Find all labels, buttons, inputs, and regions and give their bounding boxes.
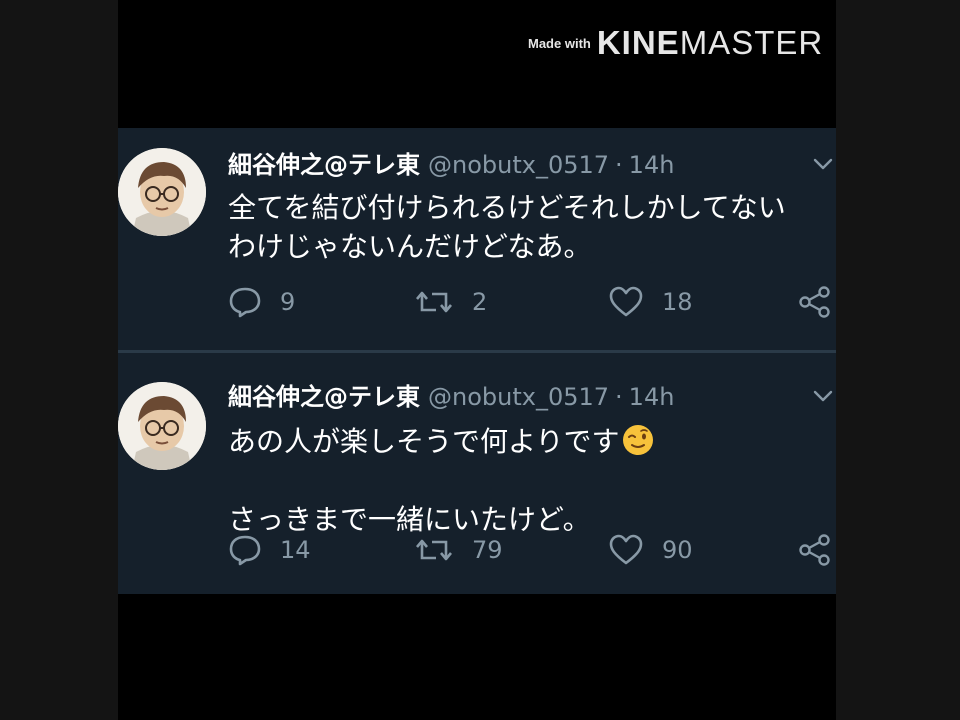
reply-bubble-icon [229, 535, 261, 566]
share-button[interactable] [798, 284, 836, 320]
share-icon [799, 286, 830, 318]
tweet-header: 細谷伸之@テレ東 @nobutx_0517 · 14h [228, 380, 674, 414]
kinemaster-watermark: Made with KINEMASTER [528, 24, 823, 62]
display-name[interactable]: 細谷伸之@テレ東 [228, 151, 420, 179]
tweet-text: あの人が楽しそうで何よりです さっきまで一緒にいたけど。 [228, 422, 828, 539]
tweet-text-line1: あの人が楽しそうで何よりです [228, 425, 620, 458]
heart-icon [609, 534, 643, 565]
like-button[interactable]: 18 [608, 284, 693, 320]
tweet-actions: 14 79 90 [228, 532, 836, 568]
winking-face-emoji-icon [623, 425, 654, 455]
avatar-portrait-icon [118, 148, 206, 236]
tweet-header: 細谷伸之@テレ東 @nobutx_0517 · 14h [228, 148, 674, 182]
retweet-button[interactable]: 2 [414, 284, 487, 320]
reply-count: 14 [280, 536, 311, 564]
reply-bubble-icon [229, 287, 261, 318]
tweet-actions: 9 2 18 [228, 284, 836, 320]
user-handle[interactable]: @nobutx_0517 [428, 383, 609, 411]
tweet[interactable]: 細谷伸之@テレ東 @nobutx_0517 · 14h 全てを結び付けられるけどそれし… [118, 128, 836, 352]
timestamp[interactable]: 14h [629, 383, 675, 411]
tweet-divider [118, 350, 836, 353]
like-count: 90 [662, 536, 693, 564]
video-frame: Made with KINEMASTER 細谷伸之@テレ東 @nobutx_0517… [0, 0, 960, 720]
timestamp[interactable]: 14h [629, 151, 675, 179]
tweet[interactable]: 細谷伸之@テレ東 @nobutx_0517 · 14h あの人が楽しそうで何よりです … [118, 354, 836, 594]
retweet-button[interactable]: 79 [414, 532, 503, 568]
watermark-kine: KINE [596, 24, 680, 61]
heart-icon [609, 286, 643, 317]
chevron-down-icon[interactable] [812, 156, 834, 172]
retweet-count: 2 [472, 288, 488, 316]
like-count: 18 [662, 288, 693, 316]
user-handle[interactable]: @nobutx_0517 [428, 151, 609, 179]
watermark-made-with: Made with [528, 35, 591, 51]
retweet-count: 79 [472, 536, 503, 564]
like-button[interactable]: 90 [608, 532, 693, 568]
separator: · [615, 383, 623, 411]
watermark-master: MASTER [679, 24, 824, 61]
avatar-portrait-icon [118, 382, 206, 470]
chevron-down-icon[interactable] [812, 388, 834, 404]
reply-button[interactable]: 9 [228, 284, 295, 320]
retweet-arrows-icon [416, 291, 452, 313]
display-name[interactable]: 細谷伸之@テレ東 [228, 383, 420, 411]
avatar[interactable] [118, 382, 206, 470]
right-letterbox [836, 0, 960, 720]
tweet-text: 全てを結び付けられるけどそれしかしてない わけじゃないんだけどなあ。 [228, 191, 786, 263]
share-button[interactable] [798, 532, 836, 568]
share-icon [799, 534, 830, 566]
reply-button[interactable]: 14 [228, 532, 311, 568]
reply-count: 9 [280, 288, 296, 316]
tweet-timeline: 細谷伸之@テレ東 @nobutx_0517 · 14h 全てを結び付けられるけどそれし… [118, 128, 836, 594]
avatar[interactable] [118, 148, 206, 236]
left-letterbox [0, 0, 118, 720]
retweet-arrows-icon [416, 539, 452, 561]
separator: · [615, 151, 623, 179]
